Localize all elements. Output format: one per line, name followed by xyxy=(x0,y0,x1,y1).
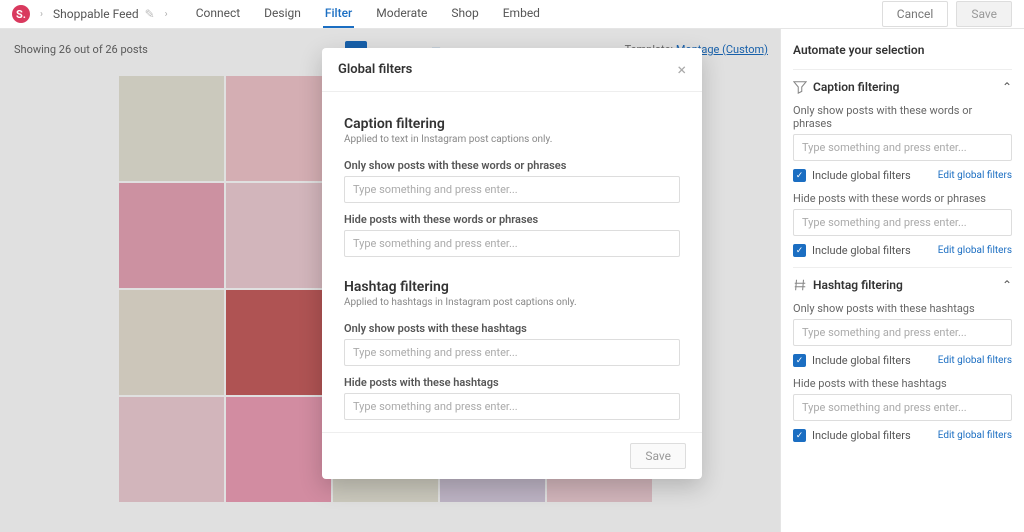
include-row: ✓ Include global filters Edit global fil… xyxy=(793,244,1012,257)
tab-embed[interactable]: Embed xyxy=(501,0,542,28)
field-label: Only show posts with these hashtags xyxy=(793,302,1012,315)
include-label: Include global filters xyxy=(812,169,911,182)
chevron-up-icon: ⌃ xyxy=(1002,278,1012,292)
accordion-caption: Caption filtering ⌃ Only show posts with… xyxy=(793,69,1012,267)
section-heading: Caption filtering xyxy=(344,116,680,132)
topbar-actions: Cancel Save xyxy=(882,1,1012,27)
feed-tile[interactable] xyxy=(226,76,331,181)
accordion-header-hashtag[interactable]: Hashtag filtering ⌃ xyxy=(793,278,1012,292)
feed-tile[interactable] xyxy=(226,290,331,395)
include-label: Include global filters xyxy=(812,244,911,257)
include-label: Include global filters xyxy=(812,429,911,442)
modal-caption-show-input[interactable] xyxy=(344,176,680,203)
pencil-icon[interactable]: ✎ xyxy=(145,7,155,21)
include-label: Include global filters xyxy=(812,354,911,367)
tab-moderate[interactable]: Moderate xyxy=(374,0,429,28)
modal-title: Global filters xyxy=(338,62,412,77)
tab-design[interactable]: Design xyxy=(262,0,303,28)
field-label: Hide posts with these hashtags xyxy=(793,377,1012,390)
field-label: Hide posts with these words or phrases xyxy=(793,192,1012,205)
modal-header: Global filters × xyxy=(322,48,702,92)
hashtag-icon xyxy=(793,278,807,292)
include-row: ✓ Include global filters Edit global fil… xyxy=(793,429,1012,442)
modal-hashtag-hide-input[interactable] xyxy=(344,393,680,420)
tabs: Connect Design Filter Moderate Shop Embe… xyxy=(194,0,562,28)
feed-name-text: Shoppable Feed xyxy=(53,7,139,21)
feed-tile[interactable] xyxy=(119,183,224,288)
sidebar-title: Automate your selection xyxy=(793,43,1012,57)
field-label: Hide posts with these hashtags xyxy=(344,376,680,389)
checkbox-checked-icon[interactable]: ✓ xyxy=(793,244,806,257)
field-label: Only show posts with these words or phra… xyxy=(793,104,1012,130)
modal-hashtag-show-input[interactable] xyxy=(344,339,680,366)
field-label: Hide posts with these words or phrases xyxy=(344,213,680,226)
global-filters-modal: Global filters × Caption filtering Appli… xyxy=(322,48,702,479)
chevron-right-icon: › xyxy=(165,9,168,20)
accordion-hashtag: Hashtag filtering ⌃ Only show posts with… xyxy=(793,267,1012,452)
tab-shop[interactable]: Shop xyxy=(449,0,480,28)
tab-connect[interactable]: Connect xyxy=(194,0,242,28)
filter-icon xyxy=(793,80,807,94)
chevron-up-icon: ⌃ xyxy=(1002,80,1012,94)
caption-show-input[interactable] xyxy=(793,134,1012,161)
close-icon[interactable]: × xyxy=(677,60,686,79)
cancel-button[interactable]: Cancel xyxy=(882,1,949,27)
checkbox-checked-icon[interactable]: ✓ xyxy=(793,169,806,182)
edit-global-link[interactable]: Edit global filters xyxy=(938,170,1012,181)
save-button[interactable]: Save xyxy=(956,1,1012,27)
section-sub: Applied to hashtags in Instagram post ca… xyxy=(344,297,680,308)
feed-tile[interactable] xyxy=(119,290,224,395)
include-row: ✓ Include global filters Edit global fil… xyxy=(793,354,1012,367)
feed-tile[interactable] xyxy=(119,76,224,181)
edit-global-link[interactable]: Edit global filters xyxy=(938,355,1012,366)
field-label: Only show posts with these words or phra… xyxy=(344,159,680,172)
sidebar: Automate your selection Caption filterin… xyxy=(780,29,1024,532)
brand-logo[interactable]: S. xyxy=(12,5,30,23)
hashtag-hide-input[interactable] xyxy=(793,394,1012,421)
include-row: ✓ Include global filters Edit global fil… xyxy=(793,169,1012,182)
modal-caption-hide-input[interactable] xyxy=(344,230,680,257)
hashtag-show-input[interactable] xyxy=(793,319,1012,346)
checkbox-checked-icon[interactable]: ✓ xyxy=(793,429,806,442)
modal-save-button[interactable]: Save xyxy=(630,443,686,469)
accordion-title: Caption filtering xyxy=(813,80,899,94)
section-sub: Applied to text in Instagram post captio… xyxy=(344,134,680,145)
modal-body: Caption filtering Applied to text in Ins… xyxy=(322,92,702,432)
feed-tile[interactable] xyxy=(119,397,224,502)
accordion-header-caption[interactable]: Caption filtering ⌃ xyxy=(793,80,1012,94)
caption-hide-input[interactable] xyxy=(793,209,1012,236)
edit-global-link[interactable]: Edit global filters xyxy=(938,245,1012,256)
feed-tile[interactable] xyxy=(226,183,331,288)
modal-footer: Save xyxy=(322,432,702,479)
section-heading: Hashtag filtering xyxy=(344,279,680,295)
chevron-right-icon: › xyxy=(40,9,43,20)
topbar: S. › Shoppable Feed ✎ › Connect Design F… xyxy=(0,0,1024,29)
tab-filter[interactable]: Filter xyxy=(323,0,354,28)
feed-name[interactable]: Shoppable Feed ✎ xyxy=(53,7,155,21)
edit-global-link[interactable]: Edit global filters xyxy=(938,430,1012,441)
accordion-title: Hashtag filtering xyxy=(813,278,903,292)
feed-tile[interactable] xyxy=(226,397,331,502)
field-label: Only show posts with these hashtags xyxy=(344,322,680,335)
checkbox-checked-icon[interactable]: ✓ xyxy=(793,354,806,367)
